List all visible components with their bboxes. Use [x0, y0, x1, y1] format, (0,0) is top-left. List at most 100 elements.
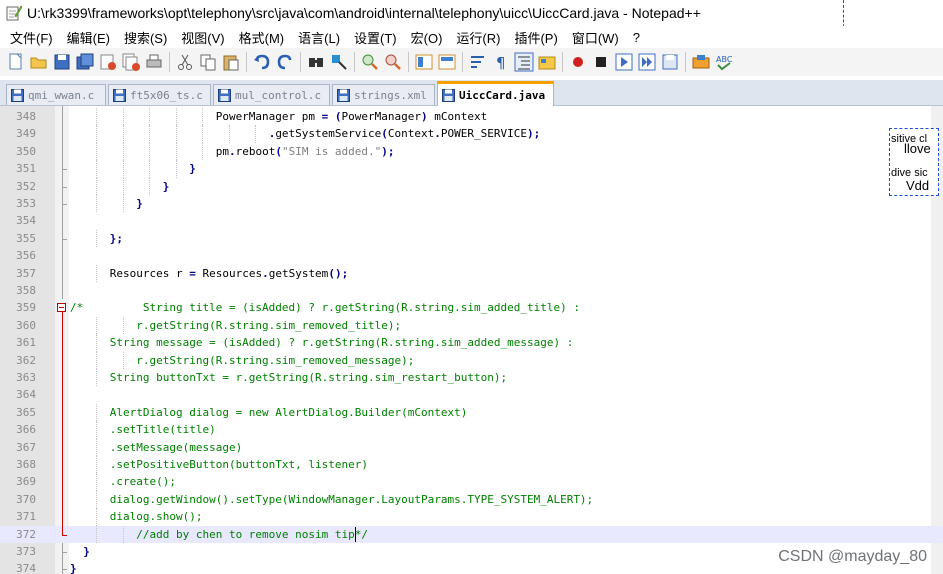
file-saved-icon	[218, 88, 231, 102]
code-line[interactable]: 366 .setTitle(title)	[0, 421, 943, 439]
fold-collapse-marker[interactable]	[57, 303, 66, 313]
line-number: 360	[16, 318, 36, 332]
indent-guide	[255, 125, 257, 143]
indent-guide	[122, 142, 124, 161]
code-line[interactable]: 370 dialog.getWindow().setType(WindowMan…	[0, 490, 943, 509]
menu-item[interactable]: 运行(R)	[449, 28, 507, 47]
document-tab[interactable]: mul_control.c	[213, 84, 330, 105]
line-number: 367	[16, 440, 36, 454]
code-line[interactable]: 372 //add by chen to remove nosim tip*/	[0, 525, 943, 543]
sync-h-icon[interactable]	[437, 52, 457, 72]
menu-item[interactable]: 插件(P)	[507, 28, 564, 47]
menu-item[interactable]: 设置(T)	[347, 28, 404, 47]
code-line[interactable]: 361 String message = (isAdded) ? r.getSt…	[0, 334, 943, 352]
zoom-out-icon[interactable]	[383, 52, 403, 72]
code-line[interactable]: 352 }	[0, 177, 943, 195]
code-line[interactable]: 368 .setPositiveButton(buttonTxt, listen…	[0, 456, 943, 474]
word-wrap-icon[interactable]	[468, 52, 488, 72]
save-icon[interactable]	[52, 52, 72, 72]
code-line[interactable]: 364	[0, 386, 943, 403]
new-file-icon[interactable]	[6, 52, 26, 72]
code-editor[interactable]: 348 PowerManager pm = (PowerManager) mCo…	[0, 106, 943, 574]
code-text: }	[136, 197, 143, 210]
redo-icon[interactable]	[275, 52, 295, 72]
code-line[interactable]: 348 PowerManager pm = (PowerManager) mCo…	[0, 108, 943, 126]
fold-block-line	[62, 312, 63, 535]
code-text: .create();	[70, 475, 176, 489]
close-icon[interactable]	[98, 52, 118, 72]
replace-icon[interactable]	[329, 52, 349, 72]
undo-icon[interactable]	[252, 52, 272, 72]
window-title: U:\rk3399\frameworks\opt\telephony\src\j…	[27, 5, 701, 21]
menu-item[interactable]: 文件(F)	[0, 28, 60, 47]
open-file-icon[interactable]	[29, 52, 49, 72]
sync-v-icon[interactable]	[414, 52, 434, 72]
fold-end-tick	[62, 186, 67, 188]
code-line[interactable]: 350 pm.reboot("SIM is added.");	[0, 142, 943, 161]
save-all-icon[interactable]	[75, 52, 95, 72]
menu-item[interactable]: 窗口(W)	[565, 28, 626, 47]
code-line[interactable]: 371 dialog.show();	[0, 508, 943, 526]
code-line[interactable]: 362 r.getString(R.string.sim_removed_mes…	[0, 351, 943, 369]
code-line[interactable]: 355 };	[0, 229, 943, 248]
indent-guide	[96, 108, 98, 126]
save-macro-icon[interactable]	[660, 52, 680, 72]
document-tab[interactable]: UiccCard.java	[437, 81, 554, 106]
code-text: }	[162, 179, 170, 193]
menu-item[interactable]: ?	[626, 30, 647, 45]
menu-item[interactable]: 语言(L)	[291, 28, 347, 47]
code-line[interactable]: 356	[0, 247, 943, 264]
find-icon[interactable]	[306, 52, 326, 72]
code-text: .setTitle(title)	[70, 423, 216, 437]
run-macro-multiple-icon[interactable]	[637, 52, 657, 72]
code-text: dialog.show();	[70, 510, 203, 524]
indent-guide-icon[interactable]	[514, 52, 534, 72]
spellcheck-icon[interactable]: ABC	[714, 52, 734, 72]
document-tab[interactable]: strings.xml	[332, 84, 435, 105]
code-line[interactable]: 353 }	[0, 195, 943, 213]
indent-guide	[149, 160, 151, 178]
folder-icon[interactable]	[537, 52, 557, 72]
code-line[interactable]: 363 String buttonTxt = r.getString(R.str…	[0, 369, 943, 387]
indent-guide	[122, 316, 124, 335]
stop-macro-icon[interactable]	[591, 52, 611, 72]
line-number: 372	[16, 527, 36, 541]
code-line[interactable]: 365 AlertDialog dialog = new AlertDialog…	[0, 403, 943, 422]
code-line[interactable]: 369 .create();	[0, 473, 943, 491]
document-tab-label: mul_control.c	[235, 88, 322, 102]
indent-guide	[96, 125, 98, 143]
code-line[interactable]: 349 .getSystemService(Context.POWER_SERV…	[0, 125, 943, 143]
document-tab[interactable]: ft5x06_ts.c	[108, 84, 211, 105]
toolbar-separator	[300, 52, 301, 72]
indent-guide	[96, 525, 98, 543]
print-icon[interactable]	[144, 52, 164, 72]
code-line[interactable]: 358	[0, 282, 943, 299]
translate-icon[interactable]	[691, 52, 711, 72]
indent-guide	[175, 108, 177, 126]
menu-item[interactable]: 编辑(E)	[60, 28, 117, 47]
record-macro-icon[interactable]	[568, 52, 588, 72]
indent-guide	[122, 108, 124, 126]
document-tab[interactable]: qmi_wwan.c	[6, 84, 106, 105]
toolbar-separator	[685, 52, 686, 72]
code-line[interactable]: 367 .setMessage(message)	[0, 438, 943, 456]
code-line[interactable]: 354	[0, 212, 943, 229]
indent-guide	[96, 351, 98, 369]
indent-guide	[175, 160, 177, 178]
zoom-in-icon[interactable]	[360, 52, 380, 72]
code-line[interactable]: 351 }	[0, 160, 943, 178]
paste-icon[interactable]	[221, 52, 241, 72]
show-all-chars-icon[interactable]: ¶	[491, 52, 511, 72]
menu-item[interactable]: 视图(V)	[174, 28, 231, 47]
code-line[interactable]: 360 r.getString(R.string.sim_removed_tit…	[0, 316, 943, 335]
cut-icon[interactable]	[175, 52, 195, 72]
code-line[interactable]: 359 /* String title = (isAdded) ? r.getSt…	[0, 299, 943, 316]
code-line[interactable]: 357 Resources r = Resources.getSystem();	[0, 264, 943, 282]
play-macro-icon[interactable]	[614, 52, 634, 72]
menu-item[interactable]: 宏(O)	[404, 28, 450, 47]
menu-item[interactable]: 格式(M)	[232, 28, 292, 47]
copy-icon[interactable]	[198, 52, 218, 72]
close-all-icon[interactable]	[121, 52, 141, 72]
menu-item[interactable]: 搜索(S)	[117, 28, 174, 47]
file-saved-icon	[337, 88, 350, 102]
